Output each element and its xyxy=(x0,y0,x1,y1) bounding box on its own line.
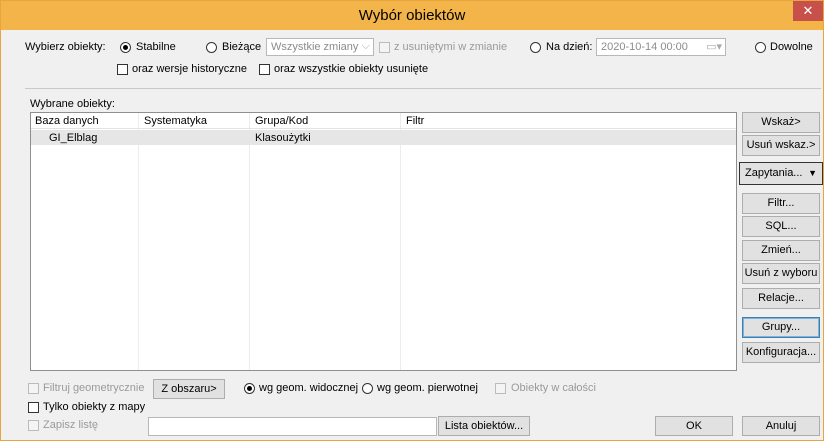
close-button[interactable]: ✕ xyxy=(793,1,823,21)
z-obszaru-button[interactable]: Z obszaru> xyxy=(153,379,225,399)
whole-objects-checkbox[interactable] xyxy=(495,383,506,394)
changes-select-value: Wszystkie zmiany xyxy=(271,41,359,53)
radio-dowolne-label: Dowolne xyxy=(770,41,813,53)
lista-obiektow-button[interactable]: Lista obiektów... xyxy=(438,416,530,436)
sql-button[interactable]: SQL... xyxy=(742,216,820,237)
historical-versions-label: oraz wersje historyczne xyxy=(132,63,247,75)
selected-objects-label: Wybrane obiekty: xyxy=(30,98,115,110)
radio-wg-widocznej-label: wg geom. widocznej xyxy=(259,382,359,394)
radio-wg-widocznej[interactable] xyxy=(244,383,255,394)
radio-biezace-label: Bieżące xyxy=(222,41,262,53)
save-list-checkbox[interactable] xyxy=(28,420,39,431)
map-only-label: Tylko obiekty z mapy xyxy=(43,401,146,413)
grupy-button[interactable]: Grupy... xyxy=(742,317,820,338)
all-deleted-label: oraz wszystkie obiekty usunięte xyxy=(274,63,429,75)
select-objects-label: Wybierz obiekty: xyxy=(25,41,106,53)
table-row[interactable]: GI_Elblag Klasoużytki xyxy=(31,130,736,145)
historical-versions-checkbox[interactable] xyxy=(117,64,128,75)
triangle-down-icon: ▼ xyxy=(808,168,817,178)
zapytania-label: Zapytania... xyxy=(745,167,803,179)
radio-wg-pierwotnej[interactable] xyxy=(362,383,373,394)
radio-dowolne[interactable] xyxy=(755,42,766,53)
list-path-field[interactable] xyxy=(148,417,437,436)
calendar-dropdown-icon[interactable]: ▭▾ xyxy=(706,40,722,53)
radio-na-dzien[interactable] xyxy=(530,42,541,53)
usun-z-wyboru-button[interactable]: Usuń z wyboru xyxy=(742,263,820,284)
column-header[interactable]: Baza danych xyxy=(35,115,99,127)
title-bar[interactable]: Wybór obiektów ✕ xyxy=(1,1,823,30)
column-header[interactable]: Filtr xyxy=(406,115,424,127)
with-deleted-checkbox[interactable] xyxy=(379,42,390,53)
all-deleted-checkbox[interactable] xyxy=(259,64,270,75)
radio-stabilne-label: Stabilne xyxy=(136,41,176,53)
chevron-down-icon: ⌵ xyxy=(361,40,370,52)
usun-wskaz-button[interactable]: Usuń wskaz.> xyxy=(742,135,820,156)
selected-objects-table[interactable]: Baza danych Systematyka Grupa/Kod Filtr … xyxy=(30,112,737,371)
zapytania-dropdown-button[interactable]: Zapytania... ▼ xyxy=(739,162,823,185)
date-field-value: 2020-10-14 00:00 xyxy=(601,41,688,53)
dialog-window: Wybór obiektów ✕ Wybierz obiekty: Stabil… xyxy=(0,0,824,441)
anuluj-button[interactable]: Anuluj xyxy=(742,416,820,436)
zmien-button[interactable]: Zmień... xyxy=(742,240,820,261)
map-only-checkbox[interactable] xyxy=(28,402,39,413)
radio-na-dzien-label: Na dzień: xyxy=(546,41,593,53)
radio-stabilne[interactable] xyxy=(120,42,131,53)
whole-objects-label: Obiekty w całości xyxy=(511,382,596,394)
close-icon: ✕ xyxy=(802,3,814,18)
column-header[interactable]: Grupa/Kod xyxy=(255,115,308,127)
date-field[interactable]: 2020-10-14 00:00 ▭▾ xyxy=(596,38,726,56)
ok-button[interactable]: OK xyxy=(655,416,733,436)
filtr-button[interactable]: Filtr... xyxy=(742,193,820,214)
window-title: Wybór obiektów xyxy=(358,7,466,24)
radio-wg-pierwotnej-label: wg geom. pierwotnej xyxy=(377,382,478,394)
save-list-label: Zapisz listę xyxy=(43,419,99,431)
filter-geom-checkbox[interactable] xyxy=(28,383,39,394)
column-header[interactable]: Systematyka xyxy=(144,115,207,127)
changes-select[interactable]: Wszystkie zmiany ⌵ xyxy=(266,38,374,56)
cell-baza: GI_Elblag xyxy=(49,132,98,144)
relacje-button[interactable]: Relacje... xyxy=(742,288,820,309)
radio-biezace[interactable] xyxy=(206,42,217,53)
separator xyxy=(25,88,821,89)
with-deleted-label: z usuniętymi w zmianie xyxy=(394,41,508,53)
filter-geom-label: Filtruj geometrycznie xyxy=(43,382,145,394)
wskaz-button[interactable]: Wskaż> xyxy=(742,112,820,133)
table-header: Baza danych Systematyka Grupa/Kod Filtr xyxy=(31,113,736,129)
cell-grupa: Klasoużytki xyxy=(255,132,311,144)
konfiguracja-button[interactable]: Konfiguracja... xyxy=(742,342,820,363)
